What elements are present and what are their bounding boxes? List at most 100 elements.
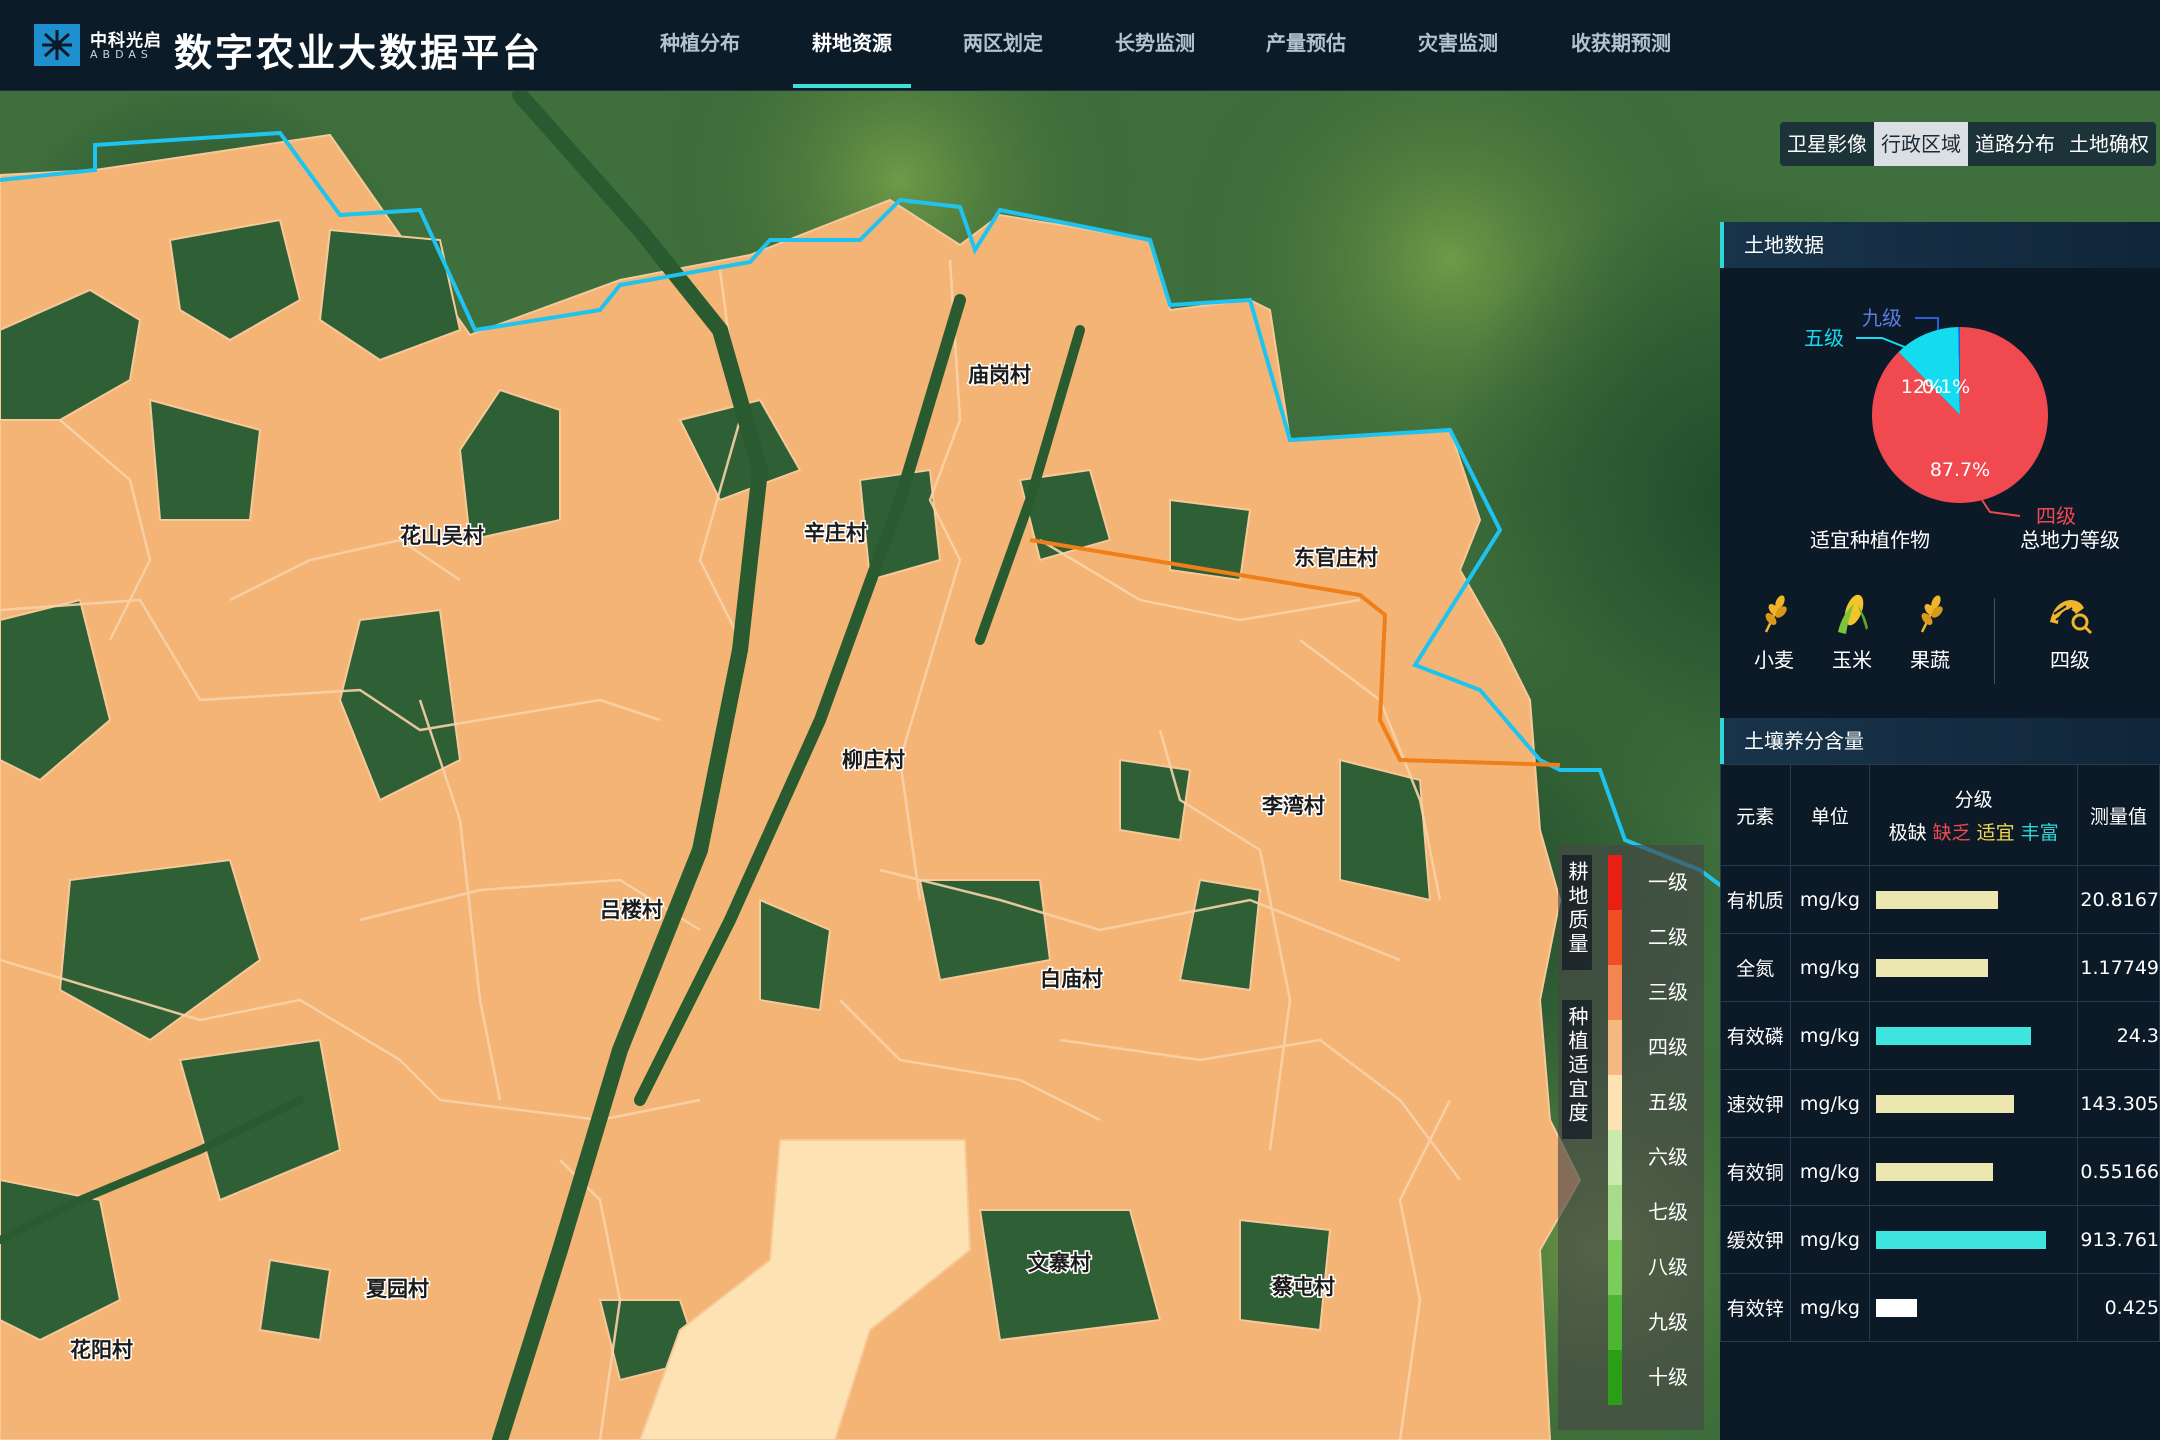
table-row[interactable]: 有效锌 mg/kg 0.425 bbox=[1720, 1273, 2160, 1342]
tab-disaster-monitoring[interactable]: 灾害监测 bbox=[1393, 26, 1523, 60]
value-cell: 0.425 bbox=[2077, 1273, 2160, 1342]
legend-swatch bbox=[1608, 910, 1622, 965]
value-cell: 24.3 bbox=[2077, 1001, 2160, 1070]
overall-grade: 四级 bbox=[2040, 592, 2100, 673]
layer-switcher: 卫星影像 行政区域 道路分布 土地确权 bbox=[1780, 122, 2156, 166]
land-grade-pie-chart: 87.7%12%0.1%四级五级九级 bbox=[1804, 306, 2076, 528]
unit-cell: mg/kg bbox=[1789, 865, 1871, 934]
legend-item-label[interactable]: 三级 bbox=[1636, 965, 1700, 1020]
tab-planting-distribution[interactable]: 种植分布 bbox=[635, 26, 765, 60]
legend-item-label[interactable]: 四级 bbox=[1636, 1020, 1700, 1075]
crop-corn: 玉米 bbox=[1822, 592, 1882, 673]
legend-item-label[interactable]: 一级 bbox=[1636, 855, 1700, 910]
legend-item-label[interactable]: 六级 bbox=[1636, 1130, 1700, 1185]
value-cell: 0.55166 bbox=[2077, 1137, 2160, 1206]
divider bbox=[1994, 598, 1995, 684]
grade-scale: 极缺 缺乏 适宜 丰富 bbox=[1870, 818, 2077, 845]
caption-overall-grade: 总地力等级 bbox=[2020, 528, 2120, 552]
map-legend: 耕地质量 种植适宜度 一级 二级 三级 四级 五级 六级 七级 八级 九级 十级 bbox=[1558, 845, 1704, 1430]
grade-bar-cell bbox=[1869, 1069, 2078, 1138]
right-panel: 土地数据 87.7% 12% 0.1% 四级 五级 九级 适宜种植作物 总地力等级 小麦 … bbox=[1720, 222, 2160, 1440]
legend-swatch bbox=[1608, 965, 1622, 1020]
grade-bar-cell bbox=[1869, 1137, 2078, 1206]
wheat-icon bbox=[1920, 595, 1943, 633]
element-cell: 有机质 bbox=[1720, 865, 1791, 934]
header-element: 元素 bbox=[1720, 764, 1791, 866]
legend-swatch bbox=[1608, 1075, 1622, 1130]
legend-title-quality[interactable]: 耕地质量 bbox=[1562, 855, 1592, 970]
tab-growth-monitoring[interactable]: 长势监测 bbox=[1090, 26, 1220, 60]
grade-bar-cell bbox=[1869, 1273, 2078, 1342]
header-value: 测量值 bbox=[2077, 764, 2160, 866]
crop-fruit-veg: 果蔬 bbox=[1900, 592, 1960, 673]
legend-swatch bbox=[1608, 1350, 1622, 1405]
tab-two-zones[interactable]: 两区划定 bbox=[938, 26, 1068, 60]
table-row[interactable]: 缓效钾 mg/kg 913.761 bbox=[1720, 1205, 2160, 1274]
village-label: 柳庄村 bbox=[842, 747, 905, 772]
tab-yield-estimation[interactable]: 产量预估 bbox=[1241, 26, 1371, 60]
legend-swatch bbox=[1608, 1020, 1622, 1075]
village-label: 蔡屯村 bbox=[1272, 1274, 1335, 1299]
table-row[interactable]: 有机质 mg/kg 20.8167 bbox=[1720, 865, 2160, 934]
unit-cell: mg/kg bbox=[1789, 1273, 1871, 1342]
layer-satellite-button[interactable]: 卫星影像 bbox=[1780, 122, 1874, 166]
element-cell: 有效锌 bbox=[1720, 1273, 1791, 1342]
header-grade-label: 分级 bbox=[1954, 789, 1993, 811]
land-data-title: 土地数据 bbox=[1720, 222, 2160, 268]
legend-item-label[interactable]: 九级 bbox=[1636, 1295, 1700, 1350]
value-cell: 20.8167 bbox=[2077, 865, 2160, 934]
header-unit: 单位 bbox=[1789, 764, 1871, 866]
table-row[interactable]: 全氮 mg/kg 1.17749 bbox=[1720, 933, 2160, 1002]
unit-cell: mg/kg bbox=[1789, 1137, 1871, 1206]
element-cell: 速效钾 bbox=[1720, 1069, 1791, 1138]
element-cell: 全氮 bbox=[1720, 933, 1791, 1002]
header-grade: 分级 极缺 缺乏 适宜 丰富 bbox=[1869, 764, 2078, 866]
village-label: 吕楼村 bbox=[600, 897, 663, 922]
nutrient-level-bar bbox=[1876, 1299, 1918, 1317]
village-label: 庙岗村 bbox=[968, 362, 1031, 387]
pie-leader-line bbox=[1915, 317, 1939, 330]
crop-label: 果蔬 bbox=[1910, 648, 1950, 672]
legend-item-label[interactable]: 五级 bbox=[1636, 1075, 1700, 1130]
table-row[interactable]: 有效铜 mg/kg 0.55166 bbox=[1720, 1137, 2160, 1206]
tab-harvest-prediction[interactable]: 收获期预测 bbox=[1556, 26, 1686, 60]
village-label: 文寨村 bbox=[1028, 1250, 1091, 1275]
soil-nutrient-table: 元素 单位 分级 极缺 缺乏 适宜 丰富 测量值 有机质 mg/kg 20.8167 全氮 m… bbox=[1720, 764, 2160, 1342]
nutrient-level-bar bbox=[1876, 1231, 2047, 1249]
value-cell: 1.17749 bbox=[2077, 933, 2160, 1002]
element-cell: 缓效钾 bbox=[1720, 1205, 1791, 1274]
legend-item-label[interactable]: 二级 bbox=[1636, 910, 1700, 965]
village-label: 夏园村 bbox=[366, 1276, 429, 1301]
pie-category-label: 九级 bbox=[1862, 306, 1902, 330]
grade-label: 四级 bbox=[2050, 648, 2090, 672]
legend-swatch bbox=[1608, 1130, 1622, 1185]
table-row[interactable]: 速效钾 mg/kg 143.305 bbox=[1720, 1069, 2160, 1138]
layer-land-rights-button[interactable]: 土地确权 bbox=[2062, 122, 2156, 166]
active-tab-indicator bbox=[793, 84, 911, 88]
legend-swatch bbox=[1608, 1185, 1622, 1240]
legend-item-label[interactable]: 十级 bbox=[1636, 1350, 1700, 1405]
grade-scale-label: 丰富 bbox=[2020, 822, 2059, 844]
wheat-icon bbox=[1764, 595, 1787, 633]
tab-cropland-resources[interactable]: 耕地资源 bbox=[787, 26, 917, 60]
grade-scale-label: 适宜 bbox=[1976, 822, 2015, 844]
layer-admin-area-button[interactable]: 行政区域 bbox=[1874, 122, 1968, 166]
legend-item-label[interactable]: 七级 bbox=[1636, 1185, 1700, 1240]
village-label: 花阳村 bbox=[70, 1337, 133, 1362]
nutrient-level-bar bbox=[1876, 1163, 1994, 1181]
soil-nutrients-title: 土壤养分含量 bbox=[1720, 718, 2160, 764]
layer-roads-button[interactable]: 道路分布 bbox=[1968, 122, 2062, 166]
unit-cell: mg/kg bbox=[1789, 933, 1871, 1002]
legend-swatch bbox=[1608, 1295, 1622, 1350]
village-label: 白庙村 bbox=[1040, 966, 1103, 991]
legend-item-label[interactable]: 八级 bbox=[1636, 1240, 1700, 1295]
village-label: 东官庄村 bbox=[1294, 545, 1378, 570]
table-row[interactable]: 有效磷 mg/kg 24.3 bbox=[1720, 1001, 2160, 1070]
unit-cell: mg/kg bbox=[1789, 1205, 1871, 1274]
grade-bar-cell bbox=[1869, 1205, 2078, 1274]
crop-label: 小麦 bbox=[1754, 648, 1794, 672]
element-cell: 有效磷 bbox=[1720, 1001, 1791, 1070]
caption-suitable-crops: 适宜种植作物 bbox=[1810, 528, 1930, 552]
legend-title-suitability[interactable]: 种植适宜度 bbox=[1562, 1000, 1592, 1139]
value-cell: 143.305 bbox=[2077, 1069, 2160, 1138]
